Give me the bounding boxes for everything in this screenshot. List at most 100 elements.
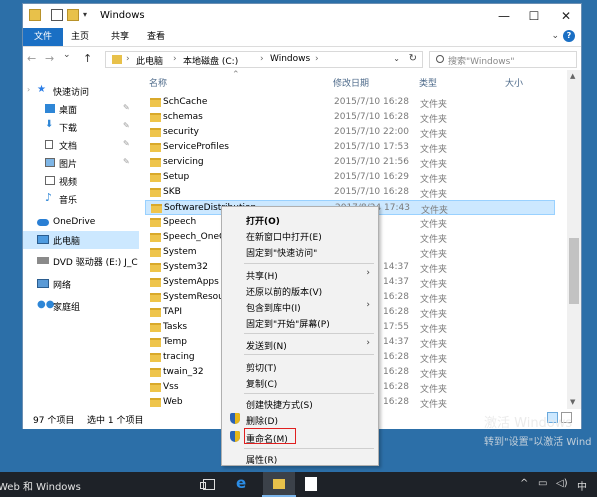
maximize-button[interactable]: ☐ (519, 4, 549, 28)
sidebar-item-videos[interactable]: 视频 (23, 172, 139, 190)
sidebar-item-downloads[interactable]: ⬇ 下载 ✎ (23, 118, 139, 136)
breadcrumb-separator: › (260, 54, 264, 64)
sidebar-item-this-pc[interactable]: 此电脑 (23, 231, 139, 249)
file-date: 2015/7/10 21:56 (334, 157, 409, 167)
folder-icon (150, 308, 161, 317)
chevron-down-icon[interactable]: ⌄ (551, 31, 559, 41)
tab-home[interactable]: 主页 (65, 28, 95, 46)
menu-item-restore-versions[interactable]: 还原以前的版本(V) (222, 282, 378, 298)
menu-item-pin-quick-access[interactable]: 固定到"快速访问" (222, 243, 378, 259)
table-row[interactable]: security 2015/7/10 22:00 文件夹 (145, 125, 555, 140)
star-icon: ★ (37, 84, 46, 95)
file-name: SystemResour (163, 292, 228, 302)
column-header-size[interactable]: 大小 (505, 76, 523, 89)
show-hidden-icons-icon[interactable]: ^ (520, 478, 528, 489)
sidebar-item-onedrive[interactable]: OneDrive (23, 214, 139, 232)
network-status-icon[interactable]: ▭ (538, 478, 547, 489)
video-icon (45, 176, 55, 185)
breadcrumb-this-pc[interactable]: 此电脑 (136, 54, 163, 67)
menu-item-cut[interactable]: 剪切(T) (222, 358, 378, 374)
shield-icon (230, 431, 240, 442)
file-explorer-icon[interactable] (263, 472, 295, 497)
back-arrow-icon[interactable]: ← (27, 52, 36, 65)
menu-item-create-shortcut[interactable]: 创建快捷方式(S) (222, 395, 378, 411)
menu-item-open[interactable]: 打开(O) (222, 211, 378, 227)
table-row[interactable]: Setup 2015/7/10 16:29 文件夹 (145, 170, 555, 185)
table-row[interactable]: servicing 2015/7/10 21:56 文件夹 (145, 155, 555, 170)
sidebar-item-documents[interactable]: 文档 ✎ (23, 136, 139, 154)
new-folder-icon[interactable] (67, 9, 79, 21)
sidebar-item-music[interactable]: ♪ 音乐 (23, 190, 139, 208)
folder-icon (150, 263, 161, 272)
tab-file[interactable]: 文件 (23, 28, 63, 46)
menu-item-properties[interactable]: 属性(R) (222, 450, 378, 466)
pin-icon[interactable]: ✎ (123, 121, 130, 130)
pin-icon[interactable]: ✎ (123, 103, 130, 112)
properties-icon[interactable] (51, 9, 63, 21)
menu-item-label: 共享(H) (246, 272, 278, 282)
volume-icon[interactable]: ◁) (556, 478, 568, 489)
column-header-modified[interactable]: 修改日期 (333, 76, 369, 89)
edge-browser-icon[interactable]: e (236, 474, 246, 492)
sidebar-item-desktop[interactable]: 桌面 ✎ (23, 100, 139, 118)
minimize-button[interactable]: — (489, 4, 519, 28)
input-method-icon[interactable]: 中 (577, 478, 587, 493)
vertical-scrollbar[interactable]: ▲ ▼ (567, 70, 581, 410)
folder-icon[interactable] (29, 9, 41, 21)
taskbar-search-box[interactable]: Web 和 Windows (0, 478, 81, 493)
file-date: 17:55 (383, 322, 409, 332)
table-row[interactable]: SchCache 2015/7/10 16:28 文件夹 (145, 95, 555, 110)
scroll-down-icon[interactable]: ▼ (570, 398, 575, 406)
table-row[interactable]: schemas 2015/7/10 16:28 文件夹 (145, 110, 555, 125)
close-button[interactable]: ✕ (551, 4, 581, 28)
table-row[interactable]: ServiceProfiles 2015/7/10 17:53 文件夹 (145, 140, 555, 155)
pin-icon[interactable]: ✎ (123, 157, 130, 166)
menu-item-include-in-library[interactable]: 包含到库中(I) › (222, 298, 378, 314)
breadcrumb-local-disk[interactable]: 本地磁盘 (C:) (183, 54, 238, 67)
menu-item-copy[interactable]: 复制(C) (222, 374, 378, 390)
item-count: 97 个项目 (33, 416, 75, 426)
table-row[interactable]: SKB 2015/7/10 16:28 文件夹 (145, 185, 555, 200)
menu-item-send-to[interactable]: 发送到(N) › (222, 336, 378, 352)
dvd-icon (37, 257, 49, 264)
sidebar-item-network[interactable]: 网络 (23, 275, 139, 293)
folder-icon (112, 55, 122, 64)
menu-item-pin-start[interactable]: 固定到"开始"屏幕(P) (222, 314, 378, 330)
column-header-type[interactable]: 类型 (419, 76, 437, 89)
chevron-down-icon[interactable]: ⌄ (393, 54, 400, 63)
address-bar[interactable]: › 此电脑 › 本地磁盘 (C:) › Windows › ⌄ ↻ (105, 51, 423, 68)
scroll-up-icon[interactable]: ▲ (570, 72, 575, 80)
menu-item-delete[interactable]: 删除(D) (222, 411, 378, 427)
column-header-name[interactable]: 名称 (149, 76, 167, 89)
up-arrow-icon[interactable]: ↑ (83, 52, 92, 65)
refresh-icon[interactable]: ↻ (409, 53, 417, 64)
shield-icon (230, 413, 240, 424)
file-type: 文件夹 (420, 190, 448, 200)
menu-item-label: 固定到"快速访问" (246, 249, 318, 259)
store-icon[interactable] (305, 477, 317, 491)
menu-item-rename[interactable]: 重命名(M) (222, 428, 378, 445)
file-name: Tasks (163, 322, 188, 332)
pin-icon[interactable]: ✎ (123, 139, 130, 148)
quick-access-dropdown[interactable]: ▾ (83, 10, 87, 19)
expand-icon[interactable]: › (27, 85, 30, 94)
tab-view[interactable]: 查看 (141, 28, 171, 46)
recent-locations-dropdown[interactable]: ⌄ (63, 50, 71, 60)
file-name: Setup (163, 172, 190, 182)
tab-share[interactable]: 共享 (105, 28, 135, 46)
file-date: 2015/7/10 16:29 (334, 172, 409, 182)
folder-icon (150, 173, 161, 182)
sidebar-item-quick-access[interactable]: › ★ 快速访问 (23, 82, 139, 100)
breadcrumb-windows[interactable]: Windows (270, 54, 310, 64)
menu-item-open-new-window[interactable]: 在新窗口中打开(E) (222, 227, 378, 243)
help-icon[interactable]: ? (563, 30, 575, 42)
sidebar-item-pictures[interactable]: 图片 ✎ (23, 154, 139, 172)
forward-arrow-icon[interactable]: → (45, 52, 54, 65)
scrollbar-thumb[interactable] (569, 238, 579, 304)
file-name: TAPI (163, 307, 183, 317)
search-input[interactable]: 搜索"Windows" (429, 51, 577, 68)
menu-item-share[interactable]: 共享(H) › (222, 266, 378, 282)
task-view-icon[interactable] (200, 479, 215, 490)
sidebar-item-dvd[interactable]: DVD 驱动器 (E:) J_C (23, 252, 139, 270)
sidebar-item-homegroup[interactable]: ●● 家庭组 (23, 297, 139, 315)
